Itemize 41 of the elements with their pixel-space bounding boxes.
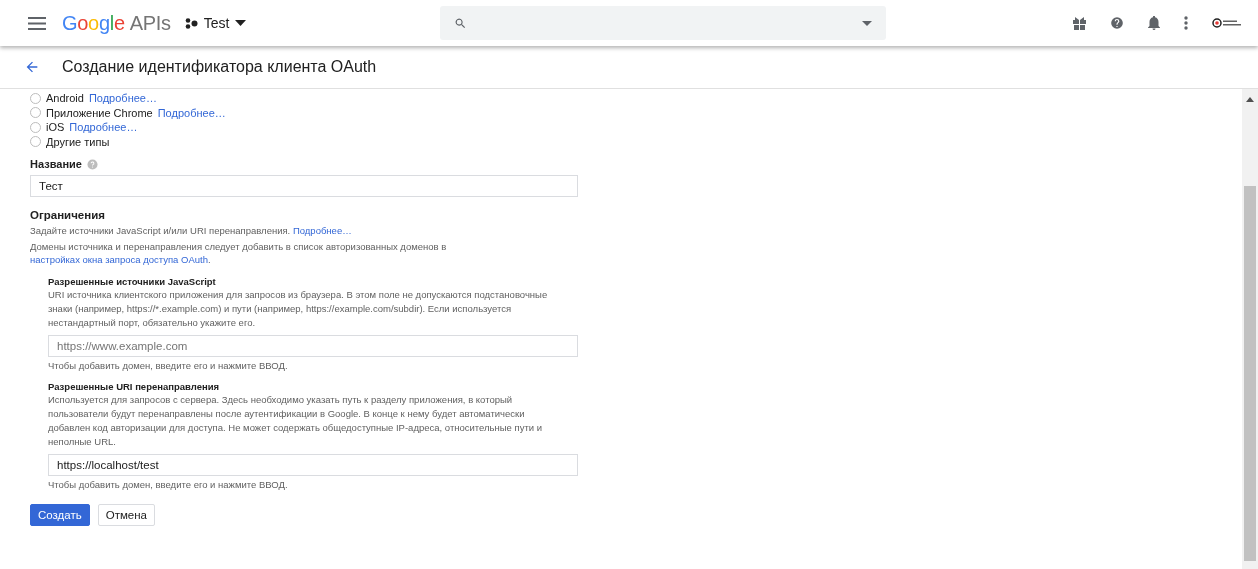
- radio-label: iOS: [46, 121, 65, 134]
- section-heading: Ограничения: [30, 209, 106, 221]
- subsection-title: Разрешенные URI перенаправления: [48, 381, 221, 392]
- search-field[interactable]: [440, 6, 887, 40]
- menu-icon[interactable]: [28, 16, 46, 30]
- radio-label: Другие типы: [46, 135, 110, 148]
- account-logo-icon[interactable]: [1212, 18, 1242, 28]
- name-input[interactable]: Тест: [30, 175, 578, 197]
- project-selector[interactable]: Test: [184, 15, 247, 31]
- radio-label: Приложение Chrome: [46, 106, 153, 119]
- radio-label: Android: [46, 92, 84, 105]
- uri-input[interactable]: https://localhost/test: [48, 454, 578, 476]
- learn-more-link[interactable]: Подробнее…: [157, 106, 226, 119]
- caret-icon: [235, 20, 247, 26]
- search-icon: [454, 16, 468, 30]
- domains-note: Домены источника и перенаправления следует добавить в список авторизованных доменов в настройках окна запроса доступа OAuth.: [30, 240, 448, 266]
- dots-icon: [184, 17, 198, 29]
- restrictions-intro: Задайте источники JavaScript и/или URI перенаправления. Подробнее…: [30, 224, 353, 237]
- learn-more-link[interactable]: Подробнее…: [69, 121, 138, 134]
- bell-icon[interactable]: [1148, 16, 1160, 30]
- learn-more-link[interactable]: Подробнее…: [88, 92, 157, 105]
- learn-more-link[interactable]: Подробнее…: [292, 225, 352, 236]
- subsection-description: URI источника клиентского приложения для запросов из браузера. В этом поле не допускаются подстановочные знаки (например, https://*.example.com) и пути (например, https://example.com/subdir). Если используется нестандартный порт, обязательно укажите его.: [48, 288, 549, 330]
- create-button[interactable]: Создать: [30, 504, 90, 526]
- page-title: Создание идентификатора клиента OAuth: [62, 58, 377, 76]
- cancel-button[interactable]: Отмена: [97, 504, 155, 526]
- more-icon[interactable]: [1184, 16, 1188, 30]
- uri-input[interactable]: https://www.example.com: [48, 335, 578, 357]
- subsection-description: Используется для запросов с сервера. Здесь необходимо указать путь к разделу приложения, в который пользователи будут перенаправлены после аутентификации в Google. В конце к нему будет автоматически добавлен код авторизации для доступа. Не может содержать общедоступные IP-адреса, относительные пути и неполные URL.: [48, 393, 544, 449]
- logo[interactable]: Google APIs: [62, 11, 171, 35]
- scrollbar[interactable]: [1242, 89, 1258, 569]
- help-icon[interactable]: [1110, 16, 1124, 30]
- back-arrow-icon[interactable]: [24, 59, 40, 75]
- input-hint: Чтобы добавить домен, введите его и нажмите ВВОД.: [48, 479, 289, 490]
- subsection-title: Разрешенные источники JavaScript: [48, 276, 217, 287]
- caret-icon[interactable]: [862, 20, 873, 26]
- input-hint: Чтобы добавить домен, введите его и нажмите ВВОД.: [48, 360, 289, 371]
- field-label: Название: [30, 158, 82, 170]
- gift-icon[interactable]: [1073, 16, 1086, 30]
- scroll-up-icon[interactable]: [1246, 97, 1254, 102]
- consent-screen-link[interactable]: настройках окна запроса доступа OAuth: [30, 254, 208, 265]
